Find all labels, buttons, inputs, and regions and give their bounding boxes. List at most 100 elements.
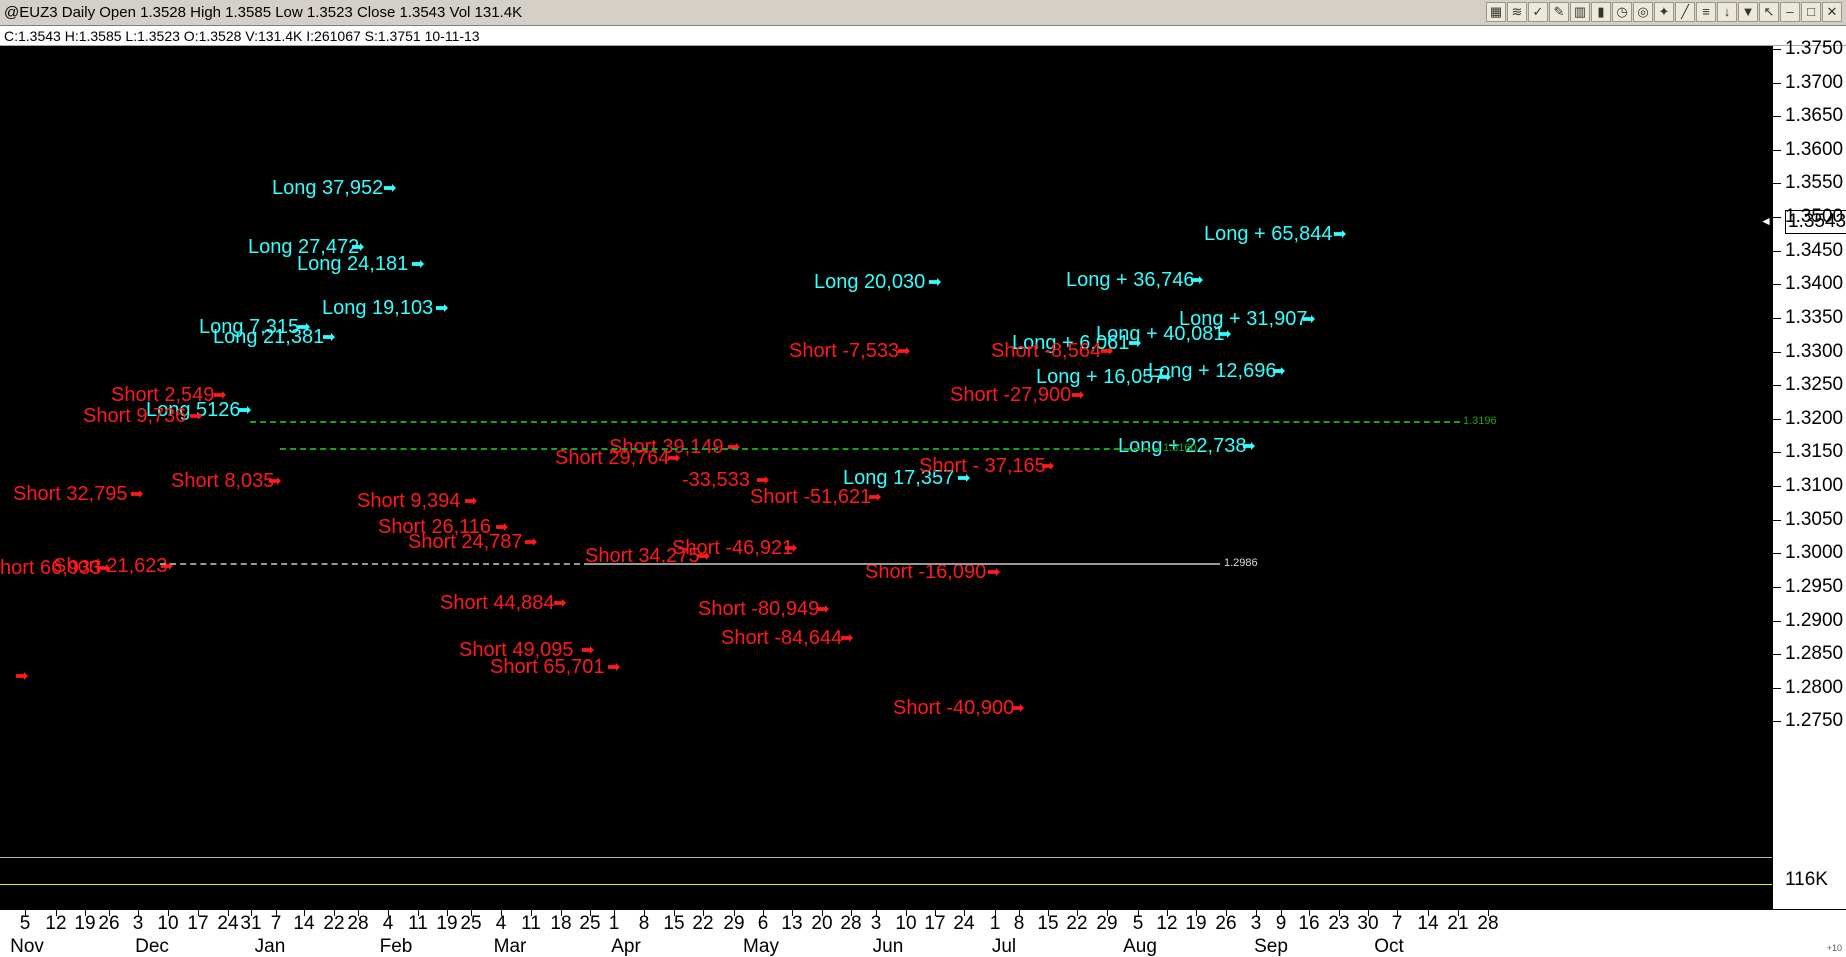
- time-axis-month-label: Sep: [1254, 936, 1288, 957]
- fibonacci-icon[interactable]: ≡: [1696, 2, 1716, 22]
- pencil-icon[interactable]: ✎: [1549, 2, 1569, 22]
- target-icon[interactable]: ◎: [1633, 2, 1653, 22]
- toolbar: ▦ ≋ ✓ ✎ ▥ ▮ ◷ ◎ ✦ ╱ ≡ ↓ ▼ ↖ – □ ✕: [1486, 2, 1842, 23]
- time-axis-day-label: 1: [989, 913, 1001, 934]
- arrow-down-icon[interactable]: ↓: [1717, 2, 1737, 22]
- arrow-right-icon: ➡: [816, 601, 830, 618]
- time-axis-day-label: 24: [217, 913, 239, 934]
- tick-icon[interactable]: ▮: [1591, 2, 1611, 22]
- time-axis-day-label: 23: [1328, 913, 1350, 934]
- quote-info-text: C:1.3543 H:1.3585 L:1.3523 O:1.3528 V:13…: [4, 28, 480, 44]
- time-axis[interactable]: +10 5 12 19 26 3 10 17 24 31 7 14 22 28 4 11 19 25 4 11 18 2…: [0, 909, 1846, 957]
- price-axis-tick: [1773, 553, 1781, 555]
- time-axis-day-label: 9: [1275, 913, 1287, 934]
- short-position-label: Short -84,644: [721, 627, 843, 649]
- maximize-icon[interactable]: □: [1801, 2, 1821, 22]
- volume-axis-label: 116K: [1785, 869, 1828, 890]
- price-axis[interactable]: 1.3543 116K 1.3750 1.3700 1.3650 1.3600 1.35…: [1772, 39, 1846, 909]
- chart-type-icon[interactable]: ▦: [1486, 2, 1506, 22]
- arrow-right-icon: ➡: [160, 558, 174, 575]
- short-position-label: Short 8,035: [171, 470, 275, 492]
- time-axis-day-label: 3: [132, 913, 144, 934]
- time-axis-day-label: 22: [692, 913, 714, 934]
- minimize-icon[interactable]: –: [1780, 2, 1800, 22]
- pointer-icon[interactable]: ✦: [1654, 2, 1674, 22]
- price-axis-label: 1.3050: [1785, 508, 1844, 530]
- arrow-right-icon: ➡: [1272, 363, 1286, 380]
- short-position-label: Short -80,949: [698, 598, 820, 620]
- arrow-right-icon: ➡: [383, 180, 397, 197]
- volume-line: [0, 884, 1772, 885]
- drawing-icon[interactable]: ✓: [1528, 2, 1548, 22]
- indicator-icon[interactable]: ≋: [1507, 2, 1527, 22]
- price-level-line[interactable]: [590, 563, 1220, 565]
- price-axis-tick: [1773, 620, 1781, 622]
- clock-icon[interactable]: ◷: [1612, 2, 1632, 22]
- price-level-line[interactable]: [250, 421, 1460, 423]
- price-axis-label: 1.3750: [1785, 38, 1844, 59]
- price-axis-tick: [1773, 217, 1781, 219]
- long-position-label: Long 24,181: [297, 253, 409, 275]
- price-level-line[interactable]: [160, 563, 590, 565]
- time-axis-day-label: 17: [187, 913, 209, 934]
- arrow-right-icon: ➡: [1011, 700, 1025, 717]
- time-axis-month-label: Nov: [10, 936, 44, 957]
- short-position-label: Short -40,900: [893, 697, 1015, 719]
- time-axis-month-label: May: [743, 936, 779, 957]
- arrow-right-icon: ➡: [411, 256, 425, 273]
- long-position-label: Long + 36,746: [1066, 269, 1195, 291]
- short-position-label: Short -8,564: [991, 340, 1102, 362]
- arrow-right-icon: ➡: [1190, 272, 1204, 289]
- time-axis-day-label: 29: [723, 913, 745, 934]
- time-axis-month-label: Jul: [991, 936, 1017, 957]
- time-axis-day-label: 26: [1215, 913, 1237, 934]
- close-icon[interactable]: ✕: [1822, 2, 1842, 22]
- short-position-label: Short 9,394: [357, 490, 461, 512]
- price-axis-label: 1.2750: [1785, 710, 1844, 732]
- arrow-right-icon: ➡: [987, 564, 1001, 581]
- time-axis-day-label: 10: [895, 913, 917, 934]
- price-level-line[interactable]: [280, 448, 1160, 450]
- arrow-right-icon: ➡: [435, 300, 449, 317]
- arrow-right-icon: ➡: [1242, 438, 1256, 455]
- arrow-right-icon: ➡: [868, 489, 882, 506]
- short-position-label: hort 66,933: [0, 557, 102, 579]
- price-axis-tick: [1773, 49, 1781, 50]
- time-axis-day-label: 11: [521, 913, 541, 934]
- time-axis-month-label: Mar: [493, 936, 527, 957]
- price-axis-tick: [1773, 486, 1781, 488]
- arrow-right-icon: ➡: [238, 402, 252, 419]
- bar-chart-icon[interactable]: ▥: [1570, 2, 1590, 22]
- trendline-icon[interactable]: ╱: [1675, 2, 1695, 22]
- price-axis-label: 1.3600: [1785, 138, 1844, 160]
- trash-icon[interactable]: ▼: [1738, 2, 1758, 22]
- arrow-right-icon: ➡: [97, 560, 111, 577]
- price-axis-label: 1.3700: [1785, 71, 1844, 93]
- cursor-icon[interactable]: ↖: [1759, 2, 1779, 22]
- time-axis-day-label: 10: [157, 913, 179, 934]
- time-axis-day-label: 25: [460, 913, 482, 934]
- price-axis-label: 1.3250: [1785, 374, 1844, 396]
- short-position-label: Short 9,736: [83, 405, 187, 427]
- time-axis-day-label: 17: [924, 913, 946, 934]
- price-axis-tick: [1773, 687, 1781, 689]
- price-axis-label: 1.3500: [1785, 206, 1844, 228]
- time-axis-day-label: 5: [1132, 913, 1144, 934]
- time-axis-day-label: 22: [323, 913, 345, 934]
- time-axis-day-label: 14: [293, 913, 315, 934]
- time-axis-day-label: 19: [74, 913, 96, 934]
- time-axis-day-label: 14: [1417, 913, 1439, 934]
- arrow-right-icon: ➡: [1302, 311, 1316, 328]
- short-position-label: Short 32,795: [13, 483, 128, 505]
- short-position-label: Short 2,549: [111, 384, 215, 406]
- current-price-pointer-icon: ◄: [1760, 214, 1772, 228]
- time-axis-day-label: 8: [1013, 913, 1025, 934]
- time-axis-day-label: 29: [1096, 913, 1118, 934]
- price-chart-area[interactable]: Long 37,952 ➡ Long 27,472 ➡ Long 24,181 ➡ Long…: [0, 46, 1772, 909]
- time-axis-day-label: 24: [953, 913, 975, 934]
- time-axis-day-label: 8: [638, 913, 650, 934]
- time-axis-month-label: Jan: [254, 936, 286, 957]
- time-axis-day-label: 11: [408, 913, 428, 934]
- short-position-label: Short -46,921: [672, 537, 794, 559]
- time-axis-month-label: Aug: [1123, 936, 1157, 957]
